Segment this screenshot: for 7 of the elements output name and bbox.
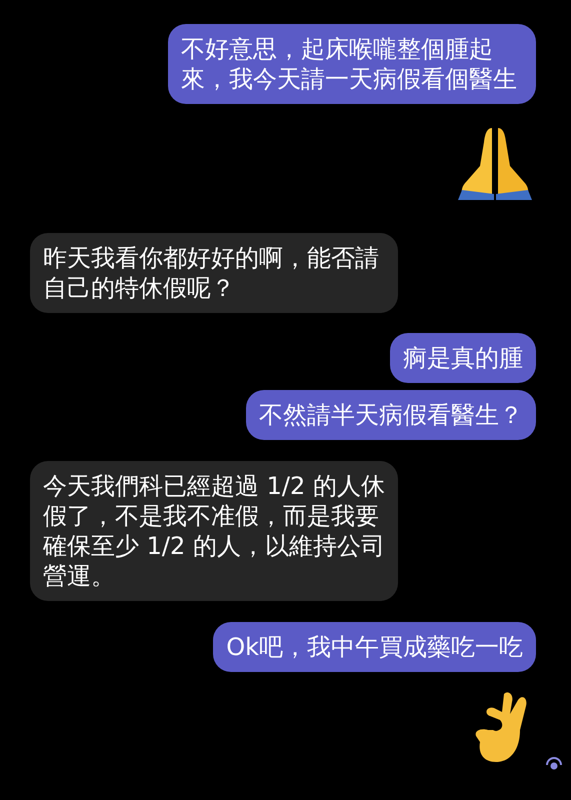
received-message-bubble: 今天我們科已經超過 1/2 的人休假了，不是我不准假，而是我要確保至少 1/2 的人，以維持公司營運。 xyxy=(30,461,398,601)
sent-message-bubble: 不好意思，起床喉嚨整個腫起來，我今天請一天病假看個醫生 xyxy=(168,24,536,104)
sent-message-bubble: 痾是真的腫 xyxy=(390,333,536,383)
received-message-bubble: 昨天我看你都好好的啊，能否請自己的特休假呢？ xyxy=(30,233,398,313)
sent-message-bubble: 不然請半天病假看醫生？ xyxy=(246,390,536,440)
read-receipt-icon xyxy=(545,755,563,771)
sent-message-bubble: Ok吧，我中午買成藥吃一吃 xyxy=(213,622,536,672)
